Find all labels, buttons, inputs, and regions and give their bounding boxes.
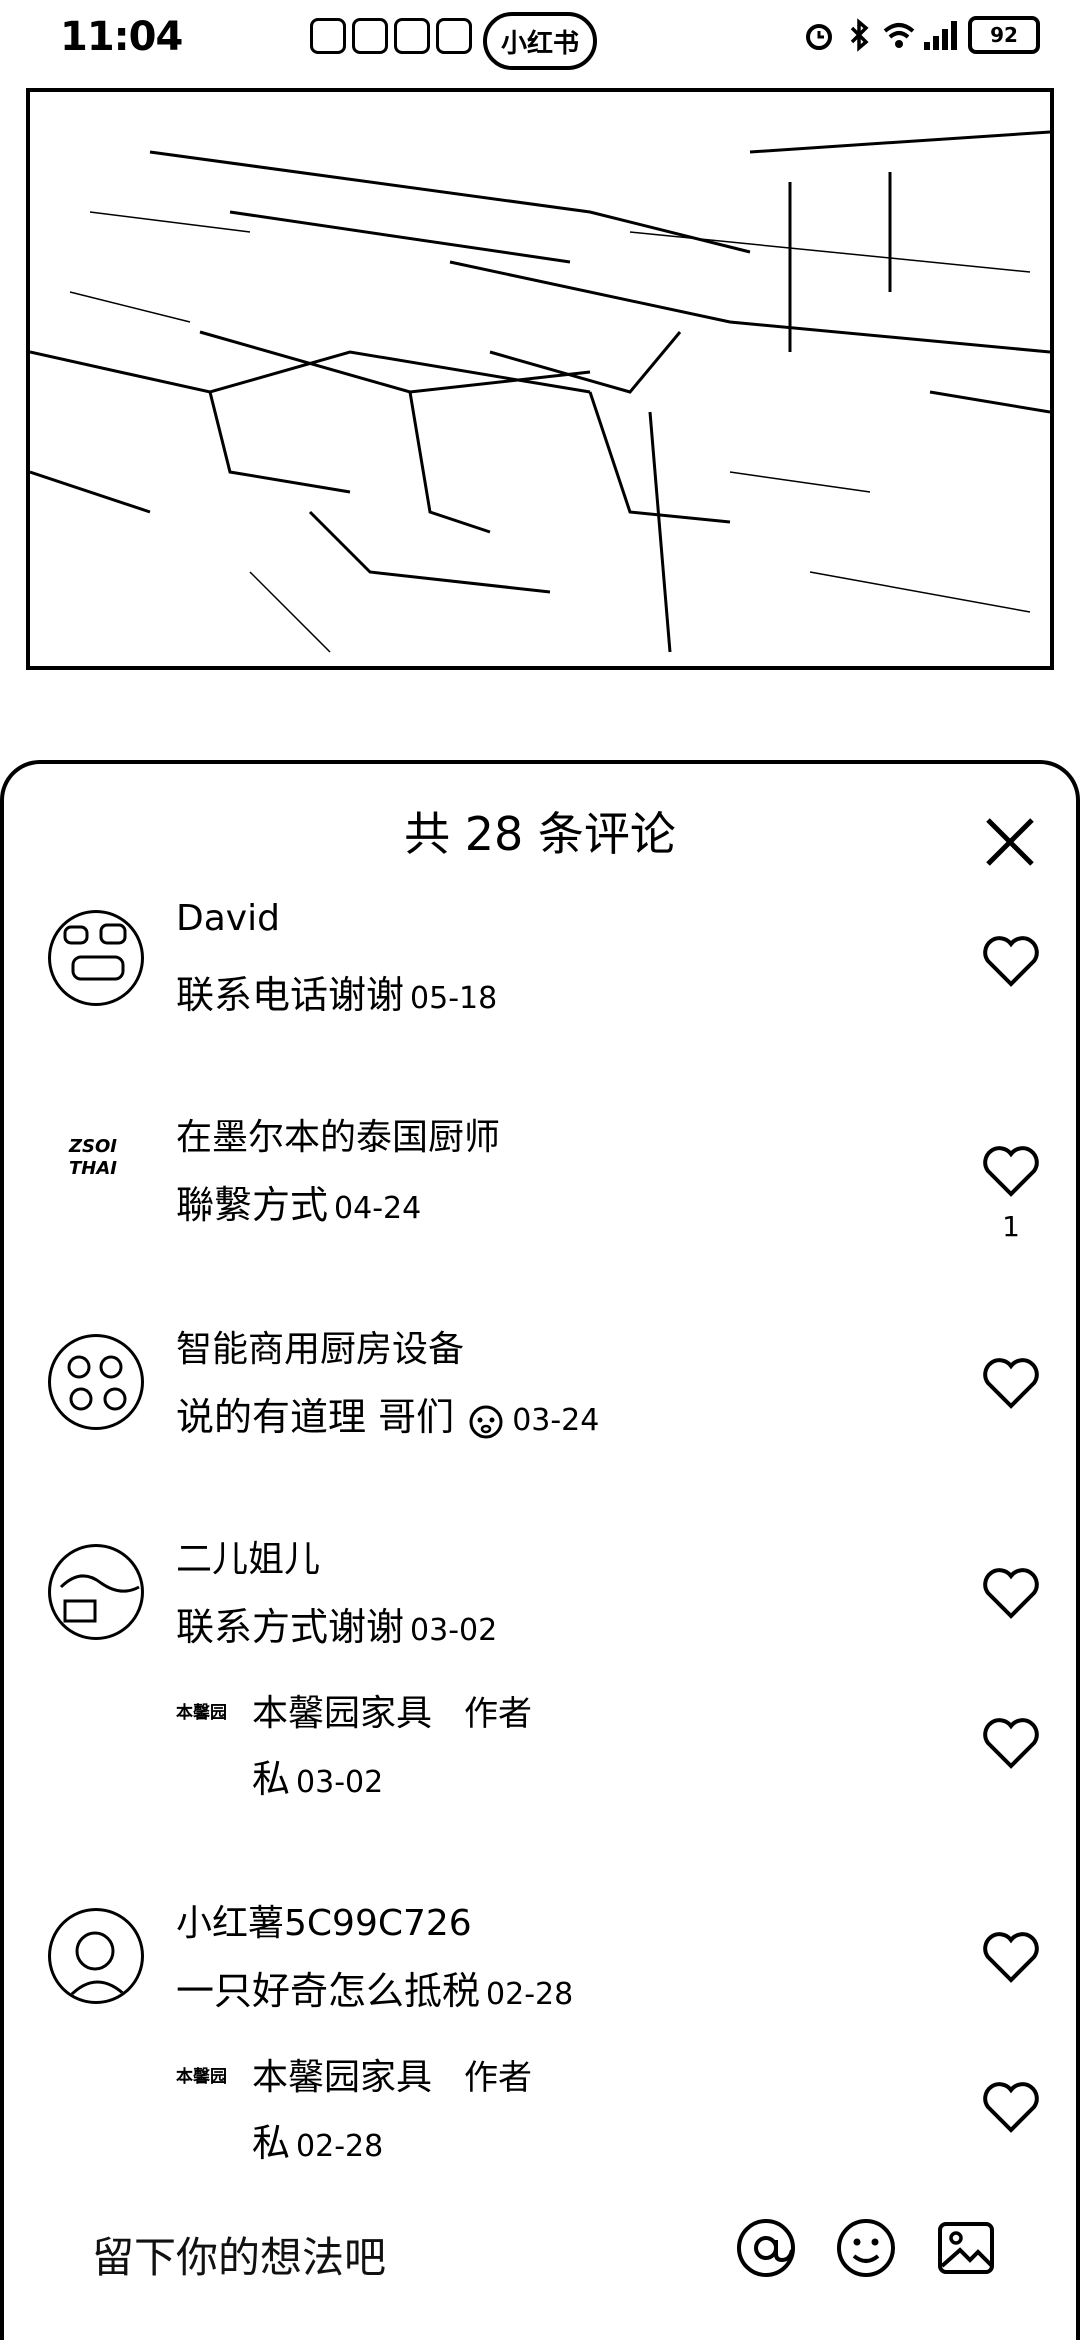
reply-author[interactable]: 本馨园家具 — [252, 2057, 432, 2098]
comment-date: 04-24 — [334, 1191, 422, 1226]
emoji-icon — [469, 1405, 503, 1438]
close-icon[interactable] — [980, 812, 1040, 872]
comment-item[interactable]: ZSOI THAI 在墨尔本的泰国厨师 聯繫方式 04-24 1 — [4, 1108, 1080, 1258]
battery-indicator: 92 — [968, 16, 1040, 54]
like-heart-icon[interactable] — [982, 1930, 1040, 1984]
comment-date: 03-24 — [512, 1403, 600, 1438]
comment-text: 联系方式谢谢 — [176, 1605, 405, 1649]
comment-text-row: 一只好奇怎么抵税 02-28 — [176, 1960, 573, 2015]
reply-avatar-logo[interactable]: 本馨园 — [176, 2062, 227, 2087]
avatar[interactable] — [48, 1334, 144, 1430]
notification-icons — [170, 18, 472, 54]
comment-author[interactable]: 小红薯5C99C726 — [176, 1894, 472, 1946]
comment-text-row: 聯繫方式 04-24 — [176, 1174, 421, 1229]
comment-author[interactable]: 二儿姐儿 — [176, 1530, 320, 1582]
comment-item[interactable]: David 联系电话谢谢 05-18 — [4, 898, 1080, 1048]
like-heart-icon[interactable] — [982, 1566, 1040, 1620]
reply-text-row: 私 03-02 — [252, 1748, 383, 1803]
reply-text: 私 — [252, 1757, 291, 1801]
status-bar: 11:04 小红书 92 — [0, 0, 1080, 86]
cellular-signal-icon — [924, 21, 957, 50]
image-icon[interactable] — [934, 2216, 998, 2280]
reply-date: 03-02 — [296, 1765, 384, 1800]
reply-author[interactable]: 本馨园家具 — [252, 1693, 432, 1734]
comment-date: 05-18 — [410, 981, 498, 1016]
comment-text-row: 说的有道理 哥们 03-24 — [176, 1386, 599, 1441]
reply-date: 02-28 — [296, 2129, 384, 2164]
comment-author[interactable]: 智能商用厨房设备 — [176, 1320, 464, 1372]
comment-text-row: 联系方式谢谢 03-02 — [176, 1596, 497, 1651]
battery-level: 92 — [990, 23, 1018, 47]
like-heart-icon[interactable] — [982, 1356, 1040, 1410]
reply-text-row: 私 02-28 — [252, 2112, 383, 2167]
notification-icon — [352, 18, 388, 54]
bluetooth-icon — [850, 18, 869, 52]
mention-icon[interactable] — [734, 2216, 798, 2280]
system-status-icons: 92 — [802, 16, 1040, 54]
wifi-icon — [883, 23, 915, 48]
notification-icon — [436, 18, 472, 54]
alarm-icon — [806, 24, 832, 50]
avatar[interactable] — [48, 1908, 144, 2004]
comment-text: 聯繫方式 — [176, 1183, 329, 1227]
comment-date: 02-28 — [486, 1977, 574, 2012]
comment-item[interactable]: 小红薯5C99C726 一只好奇怎么抵税 02-28 本馨园 本馨园家具 作者 私0… — [4, 1894, 1080, 2224]
reply-author-row: 本馨园家具 作者 — [252, 2048, 532, 2100]
like-heart-icon[interactable] — [982, 1144, 1040, 1198]
comment-author[interactable]: David — [176, 898, 280, 939]
status-time: 11:04 — [60, 14, 183, 60]
like-heart-icon[interactable] — [982, 1716, 1040, 1770]
reply-text: 私 — [252, 2121, 291, 2165]
like-heart-icon[interactable] — [982, 934, 1040, 988]
comment-item[interactable]: 智能商用厨房设备 说的有道理 哥们 03-24 — [4, 1320, 1080, 1470]
post-image[interactable] — [26, 88, 1054, 670]
reply-author-row: 本馨园家具 作者 — [252, 1684, 532, 1736]
avatar-logo-text: ZSOI THAI — [68, 1136, 117, 1179]
office-furniture-image — [30, 130, 1050, 653]
app-indicator-pill: 小红书 — [483, 12, 597, 70]
avatar[interactable] — [48, 910, 144, 1006]
author-tag: 作者 — [464, 1694, 533, 1734]
comment-item[interactable]: 二儿姐儿 联系方式谢谢 03-02 本馨园 本馨园家具 作者 私 03-02 — [4, 1530, 1080, 1860]
like-heart-icon[interactable] — [982, 2080, 1040, 2134]
comment-text-row: 联系电话谢谢 05-18 — [176, 964, 497, 1019]
app-indicator-label: 小红书 — [500, 28, 579, 59]
comments-title: 共 28 条评论 — [404, 807, 676, 861]
comment-author[interactable]: 在墨尔本的泰国厨师 — [176, 1108, 500, 1160]
avatar[interactable]: ZSOI THAI — [58, 1136, 128, 1196]
notification-icon — [394, 18, 430, 54]
comment-date: 03-02 — [410, 1613, 498, 1648]
notification-icon — [310, 18, 346, 54]
author-tag: 作者 — [464, 2058, 533, 2098]
comment-text: 联系电话谢谢 — [176, 973, 405, 1017]
comment-text: 一只好奇怎么抵税 — [176, 1969, 481, 2013]
like-count: 1 — [1002, 1210, 1020, 1243]
reply-avatar-logo[interactable]: 本馨园 — [176, 1698, 227, 1723]
avatar[interactable] — [48, 1544, 144, 1640]
comment-text: 说的有道理 哥们 — [176, 1395, 455, 1439]
comment-input[interactable]: 留下你的想法吧 — [92, 2224, 386, 2285]
comment-input-bar: 留下你的想法吧 — [0, 2180, 1080, 2340]
emoji-icon[interactable] — [834, 2216, 898, 2280]
comments-sheet: 共 28 条评论 David 联系电话谢谢 05-18 ZSOI THAI 在墨尔… — [0, 760, 1080, 2340]
